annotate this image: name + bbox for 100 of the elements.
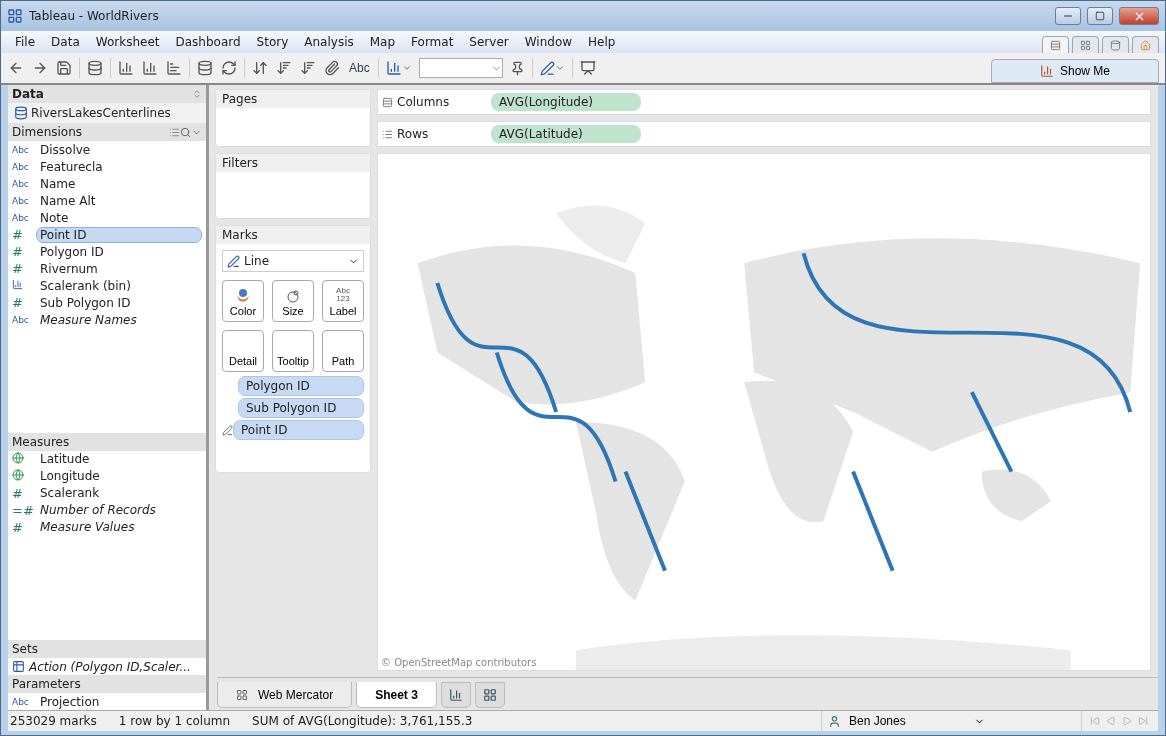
menu-item[interactable]: Data: [43, 35, 88, 49]
field-item[interactable]: Point ID: [36, 226, 202, 243]
card-title: Filters: [222, 156, 258, 170]
bar-chart-button[interactable]: [117, 59, 135, 77]
database-icon: [87, 60, 103, 76]
field-item[interactable]: Polygon ID: [36, 243, 202, 260]
field-item[interactable]: Measure Values: [36, 519, 202, 535]
type-label: =#: [12, 502, 35, 518]
type-label: Abc: [12, 144, 30, 155]
field-item[interactable]: Note: [36, 209, 202, 226]
field-item[interactable]: Name Alt: [36, 192, 202, 209]
bar-chart-button[interactable]: [141, 59, 159, 77]
menu-item[interactable]: Worksheet: [87, 35, 168, 49]
section-title: Dimensions: [12, 125, 84, 139]
card-title: Marks: [222, 228, 258, 242]
new-sheet-button[interactable]: [440, 682, 471, 708]
field-pill[interactable]: AVG(Longitude): [491, 93, 641, 111]
field-item[interactable]: Rivernum: [36, 260, 202, 277]
highlight-button[interactable]: [538, 59, 566, 77]
mark-card[interactable]: Tooltip: [272, 330, 314, 372]
histogram-icon: [12, 278, 23, 290]
card-title: Pages: [222, 92, 258, 106]
field-item[interactable]: Latitude: [36, 451, 202, 467]
field-pill[interactable]: Sub Polygon ID: [238, 398, 364, 418]
globe-icon: [12, 468, 24, 481]
line-icon: [227, 254, 240, 268]
pane-title: Data: [12, 87, 45, 101]
mark-card[interactable]: Color: [222, 280, 264, 322]
bar-chart-icon: [1040, 64, 1054, 78]
user-icon: [828, 714, 841, 728]
workspace-tab[interactable]: [1072, 36, 1099, 53]
field-item[interactable]: Measure Names: [36, 311, 202, 328]
field-item[interactable]: Dissolve: [36, 141, 202, 158]
swap-icon: [252, 60, 268, 76]
pin-icon: [509, 60, 525, 76]
sort-icon: [276, 60, 292, 76]
menu-item[interactable]: Help: [580, 35, 624, 49]
type-label: #: [12, 295, 24, 310]
type-label: Abc: [12, 212, 30, 223]
field-pill[interactable]: AVG(Latitude): [491, 125, 641, 143]
maximize-button[interactable]: [1087, 7, 1113, 25]
swap-button[interactable]: [251, 59, 269, 77]
bar-chart-button[interactable]: [165, 59, 183, 77]
field-item[interactable]: Longitude: [36, 468, 202, 484]
user-dropdown[interactable]: Ben Jones: [821, 711, 991, 731]
pen-icon: [539, 60, 555, 76]
save-icon: [56, 60, 72, 76]
paperclip-button[interactable]: [323, 59, 341, 77]
menu-item[interactable]: File: [7, 35, 44, 49]
show-me-button[interactable]: Show Me: [991, 59, 1159, 83]
field-pill[interactable]: Polygon ID: [238, 376, 364, 396]
workspace-tab[interactable]: [1042, 36, 1069, 53]
sheet-tab[interactable]: Web Mercator: [217, 682, 353, 708]
chart-type-button[interactable]: [384, 59, 413, 77]
menu-item[interactable]: Map: [361, 35, 404, 49]
minimize-button[interactable]: [1055, 7, 1081, 25]
type-label: #: [12, 244, 24, 259]
size-combo[interactable]: [418, 58, 503, 78]
type-label: #: [12, 519, 24, 535]
presentation-button[interactable]: [578, 59, 597, 77]
mark-card[interactable]: Abc 123 Label: [322, 280, 364, 322]
mark-card[interactable]: Size: [272, 280, 314, 322]
save-button[interactable]: [55, 59, 73, 77]
field-item[interactable]: Scalerank (bin): [36, 277, 202, 294]
workspace-tab[interactable]: [1102, 36, 1129, 53]
sort-button[interactable]: [275, 59, 293, 77]
menu-item[interactable]: Server: [461, 35, 517, 49]
database-button[interactable]: [196, 59, 214, 77]
label-button[interactable]: Abc: [347, 61, 372, 75]
close-button[interactable]: [1119, 7, 1159, 25]
sheet-tab[interactable]: Sheet 3: [356, 682, 437, 708]
database-button[interactable]: [86, 59, 104, 77]
menu-item[interactable]: Window: [516, 35, 581, 49]
set-icon: [12, 660, 25, 673]
refresh-button[interactable]: [220, 59, 238, 77]
status-text: 253029 marks: [10, 714, 97, 728]
set-item[interactable]: Action (Polygon ID,Scaler...: [29, 659, 191, 674]
window-title: Tableau - WorldRivers: [29, 9, 160, 23]
mark-type-dropdown[interactable]: Line: [222, 250, 364, 272]
type-label: Abc: [12, 178, 30, 189]
field-item[interactable]: Scalerank: [36, 485, 202, 501]
menu-item[interactable]: Story: [248, 35, 297, 49]
field-item[interactable]: Name: [36, 175, 202, 192]
field-pill[interactable]: Point ID: [233, 420, 364, 440]
section-title: Measures: [12, 434, 71, 449]
menu-item[interactable]: Dashboard: [167, 35, 249, 49]
field-item[interactable]: Projection: [36, 693, 202, 710]
sort-button[interactable]: [299, 59, 317, 77]
type-label: #: [12, 227, 24, 242]
type-label: Abc: [12, 696, 30, 707]
mark-card[interactable]: Path: [322, 330, 364, 372]
field-item[interactable]: Number of Records: [36, 502, 202, 518]
home-icon: [1140, 39, 1151, 51]
field-item[interactable]: Featurecla: [36, 158, 202, 175]
mark-card[interactable]: Detail: [222, 330, 264, 372]
caret-icon: [401, 63, 412, 73]
menu-item[interactable]: Analysis: [296, 35, 362, 49]
menu-item[interactable]: Format: [403, 35, 462, 49]
field-item[interactable]: Sub Polygon ID: [36, 294, 202, 311]
new-dashboard-button[interactable]: [474, 682, 505, 708]
